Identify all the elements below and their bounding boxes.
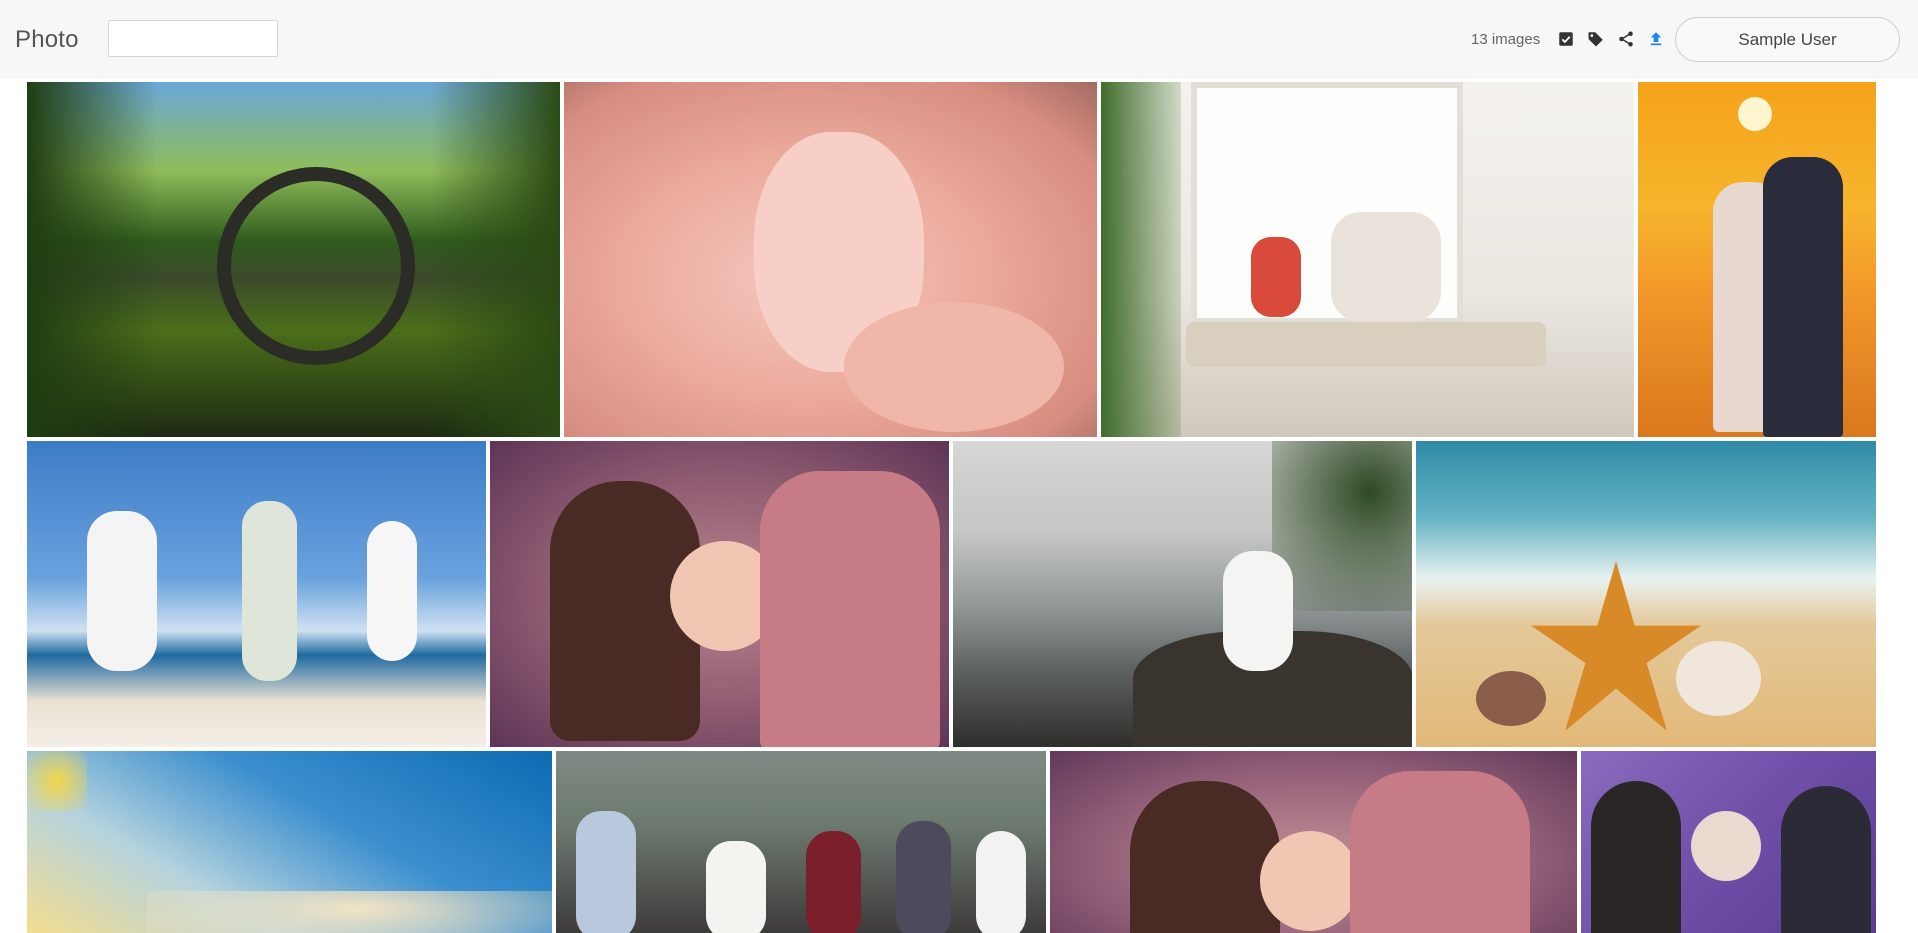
photo-thumbnail-jumping-friends[interactable] xyxy=(27,441,486,747)
tag-icon[interactable] xyxy=(1586,29,1606,49)
photo-thumbnail-beach-sunset[interactable] xyxy=(27,751,552,933)
image-count: 13 images xyxy=(1471,31,1541,48)
photo-thumbnail-sunset-couple[interactable] xyxy=(1638,82,1876,437)
search-input[interactable] xyxy=(108,20,278,57)
photo-thumbnail-starfish[interactable] xyxy=(1416,441,1876,747)
share-icon[interactable] xyxy=(1616,29,1636,49)
select-checkbox-icon[interactable] xyxy=(1556,29,1576,49)
upload-icon[interactable] xyxy=(1646,29,1666,49)
top-bar: Photo 13 images Sample User xyxy=(0,0,1918,79)
photo-thumbnail-bridge[interactable] xyxy=(27,82,560,437)
photo-thumbnail-parents-baby[interactable] xyxy=(490,441,949,747)
photo-thumbnail-family-group[interactable] xyxy=(556,751,1046,933)
app-title: Photo xyxy=(15,26,79,53)
photo-thumbnail-family-rocks[interactable] xyxy=(953,441,1412,747)
photo-thumbnail-three-generations[interactable] xyxy=(1581,751,1876,933)
user-account-button[interactable]: Sample User xyxy=(1675,17,1900,62)
photo-thumbnail-baby-feet[interactable] xyxy=(564,82,1097,437)
photo-thumbnail-mother-window[interactable] xyxy=(1101,82,1634,437)
photo-thumbnail-parents-baby-2[interactable] xyxy=(1050,751,1577,933)
photo-gallery xyxy=(27,82,1876,933)
